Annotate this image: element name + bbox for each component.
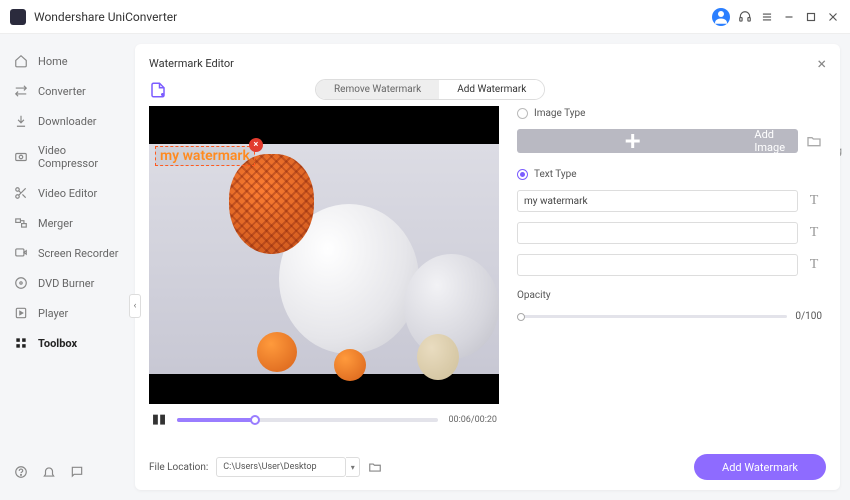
dialog-title: Watermark Editor <box>149 57 234 70</box>
sidebar-item-toolbox[interactable]: Toolbox <box>0 328 135 358</box>
sidebar-item-label: Converter <box>38 85 86 98</box>
collapse-sidebar-button[interactable]: ‹ <box>129 294 141 318</box>
headset-icon[interactable] <box>738 10 752 24</box>
add-image-button[interactable]: Add Image <box>517 129 798 153</box>
download-icon <box>14 114 28 128</box>
browse-folder-icon[interactable] <box>368 460 382 474</box>
sidebar-item-label: Video Editor <box>38 187 97 200</box>
text-style-icon[interactable]: T <box>806 193 822 209</box>
browse-image-icon[interactable] <box>806 133 822 149</box>
video-preview[interactable]: my watermark × <box>149 106 499 404</box>
feedback-icon[interactable] <box>70 464 84 478</box>
text-type-label: Text Type <box>534 169 577 180</box>
play-icon <box>14 306 28 320</box>
sidebar-item-dvd-burner[interactable]: DVD Burner <box>0 268 135 298</box>
sidebar-item-converter[interactable]: Converter <box>0 76 135 106</box>
text-watermark-input-2[interactable] <box>517 222 798 244</box>
disc-icon <box>14 276 28 290</box>
sidebar-item-player[interactable]: Player <box>0 298 135 328</box>
time-display: 00:06/00:20 <box>448 415 497 425</box>
opacity-label: Opacity <box>517 290 822 301</box>
add-watermark-button[interactable]: Add Watermark <box>694 454 826 480</box>
compress-icon <box>14 150 28 164</box>
sidebar-item-home[interactable]: Home <box>0 46 135 76</box>
text-type-radio[interactable] <box>517 169 528 180</box>
sidebar-item-video-editor[interactable]: Video Editor <box>0 178 135 208</box>
text-watermark-input-1[interactable] <box>517 190 798 212</box>
titlebar: Wondershare UniConverter <box>0 0 850 34</box>
progress-bar[interactable] <box>177 418 438 422</box>
watermark-editor-dialog: Watermark Editor × Remove Watermark Add … <box>135 44 840 490</box>
image-type-label: Image Type <box>534 108 585 119</box>
tab-add-watermark[interactable]: Add Watermark <box>439 80 544 99</box>
merge-icon <box>14 216 28 230</box>
text-style-icon[interactable]: T <box>806 257 822 273</box>
user-avatar[interactable] <box>712 8 730 26</box>
file-location-dropdown[interactable]: ▾ <box>346 457 360 477</box>
converter-icon <box>14 84 28 98</box>
app-logo <box>10 9 26 25</box>
close-dialog-button[interactable]: × <box>817 54 826 73</box>
recorder-icon <box>14 246 28 260</box>
sidebar-item-downloader[interactable]: Downloader <box>0 106 135 136</box>
sidebar-item-label: DVD Burner <box>38 277 94 290</box>
opacity-slider[interactable] <box>517 315 787 318</box>
text-style-icon[interactable]: T <box>806 225 822 241</box>
add-file-icon[interactable] <box>149 81 167 99</box>
watermark-overlay[interactable]: my watermark × <box>155 146 255 166</box>
file-location-label: File Location: <box>149 462 208 473</box>
sidebar-item-label: Screen Recorder <box>38 247 118 260</box>
grid-icon <box>14 336 28 350</box>
help-icon[interactable] <box>14 464 28 478</box>
watermark-tab-group: Remove Watermark Add Watermark <box>315 79 545 100</box>
image-type-radio[interactable] <box>517 108 528 119</box>
close-icon[interactable] <box>826 10 840 24</box>
menu-icon[interactable] <box>760 10 774 24</box>
minimize-icon[interactable] <box>782 10 796 24</box>
sidebar-item-label: Downloader <box>38 115 97 128</box>
sidebar-item-label: Home <box>38 55 68 68</box>
bell-icon[interactable] <box>42 464 56 478</box>
text-watermark-input-3[interactable] <box>517 254 798 276</box>
pause-button[interactable]: ▮▮ <box>151 412 167 427</box>
opacity-value: 0/100 <box>795 311 822 322</box>
home-icon <box>14 54 28 68</box>
sidebar-item-label: Toolbox <box>38 337 77 350</box>
file-location-input[interactable] <box>216 457 346 477</box>
sidebar-item-compressor[interactable]: Video Compressor <box>0 136 135 178</box>
app-title: Wondershare UniConverter <box>34 10 712 24</box>
sidebar: Home Converter Downloader Video Compress… <box>0 34 135 500</box>
sidebar-item-label: Player <box>38 307 68 320</box>
scissors-icon <box>14 186 28 200</box>
sidebar-item-label: Video Compressor <box>38 144 121 170</box>
tab-remove-watermark[interactable]: Remove Watermark <box>316 80 439 99</box>
sidebar-item-merger[interactable]: Merger <box>0 208 135 238</box>
sidebar-item-screen-recorder[interactable]: Screen Recorder <box>0 238 135 268</box>
maximize-icon[interactable] <box>804 10 818 24</box>
sidebar-item-label: Merger <box>38 217 73 230</box>
delete-watermark-icon[interactable]: × <box>249 138 263 152</box>
